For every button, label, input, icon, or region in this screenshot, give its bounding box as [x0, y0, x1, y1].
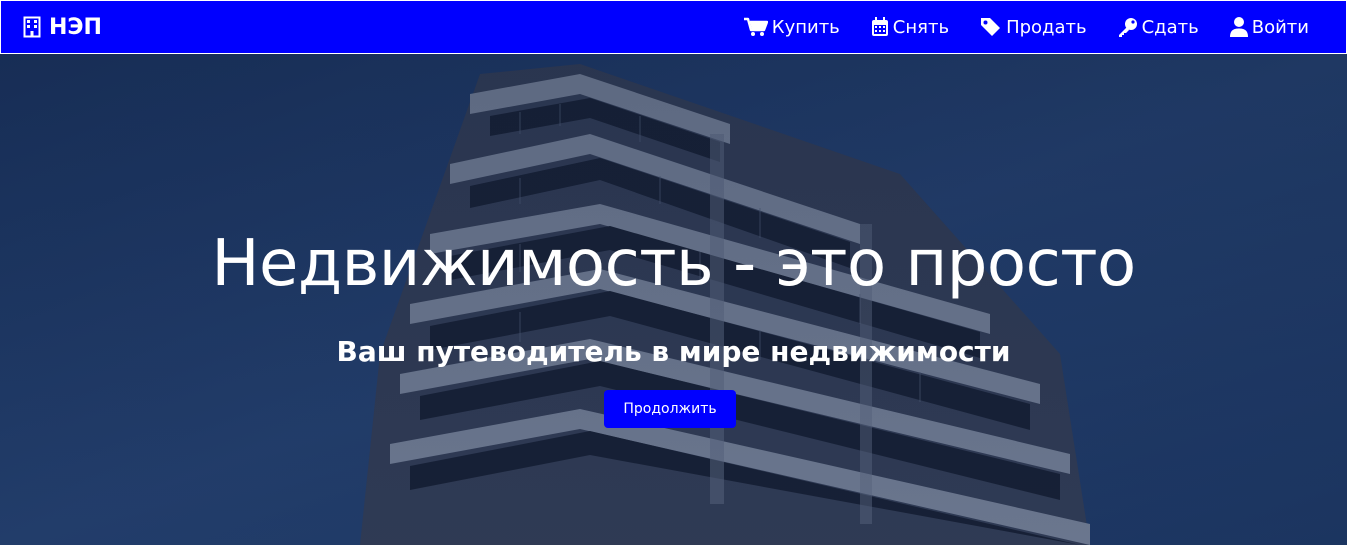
hero-subtitle: Ваш путеводитель в мире недвижимости [336, 335, 1011, 368]
hero-content: Недвижимость - это просто Ваш путеводите… [0, 54, 1347, 545]
tag-icon [980, 17, 1002, 37]
building-icon [23, 16, 41, 38]
key-icon [1118, 17, 1138, 37]
brand-label: НЭП [49, 14, 102, 40]
nav-item-label: Купить [771, 16, 840, 38]
nav-item-label: Войти [1251, 16, 1309, 38]
nav-item-buy[interactable]: Купить [743, 16, 840, 38]
page: НЭП Купить Снять Продать Сдать Войти Нед… [0, 0, 1347, 545]
continue-button[interactable]: Продолжить [604, 390, 736, 428]
nav-item-label: Сдать [1141, 16, 1199, 38]
hero-title: Недвижимость - это просто [211, 227, 1136, 301]
brand-link[interactable]: НЭП [23, 15, 102, 40]
hero-section: Недвижимость - это просто Ваш путеводите… [0, 54, 1347, 545]
nav-menu: Купить Снять Продать Сдать Войти [743, 16, 1309, 38]
nav-item-sell[interactable]: Продать [980, 17, 1087, 38]
cart-icon [743, 17, 768, 37]
nav-item-lease[interactable]: Сдать [1118, 17, 1199, 38]
navbar: НЭП Купить Снять Продать Сдать Войти [0, 0, 1347, 54]
nav-item-label: Продать [1006, 16, 1087, 38]
nav-item-login[interactable]: Войти [1229, 16, 1309, 38]
calendar-icon [871, 17, 889, 37]
nav-item-label: Снять [892, 16, 950, 38]
user-icon [1229, 17, 1248, 37]
nav-item-rent[interactable]: Снять [871, 17, 949, 38]
